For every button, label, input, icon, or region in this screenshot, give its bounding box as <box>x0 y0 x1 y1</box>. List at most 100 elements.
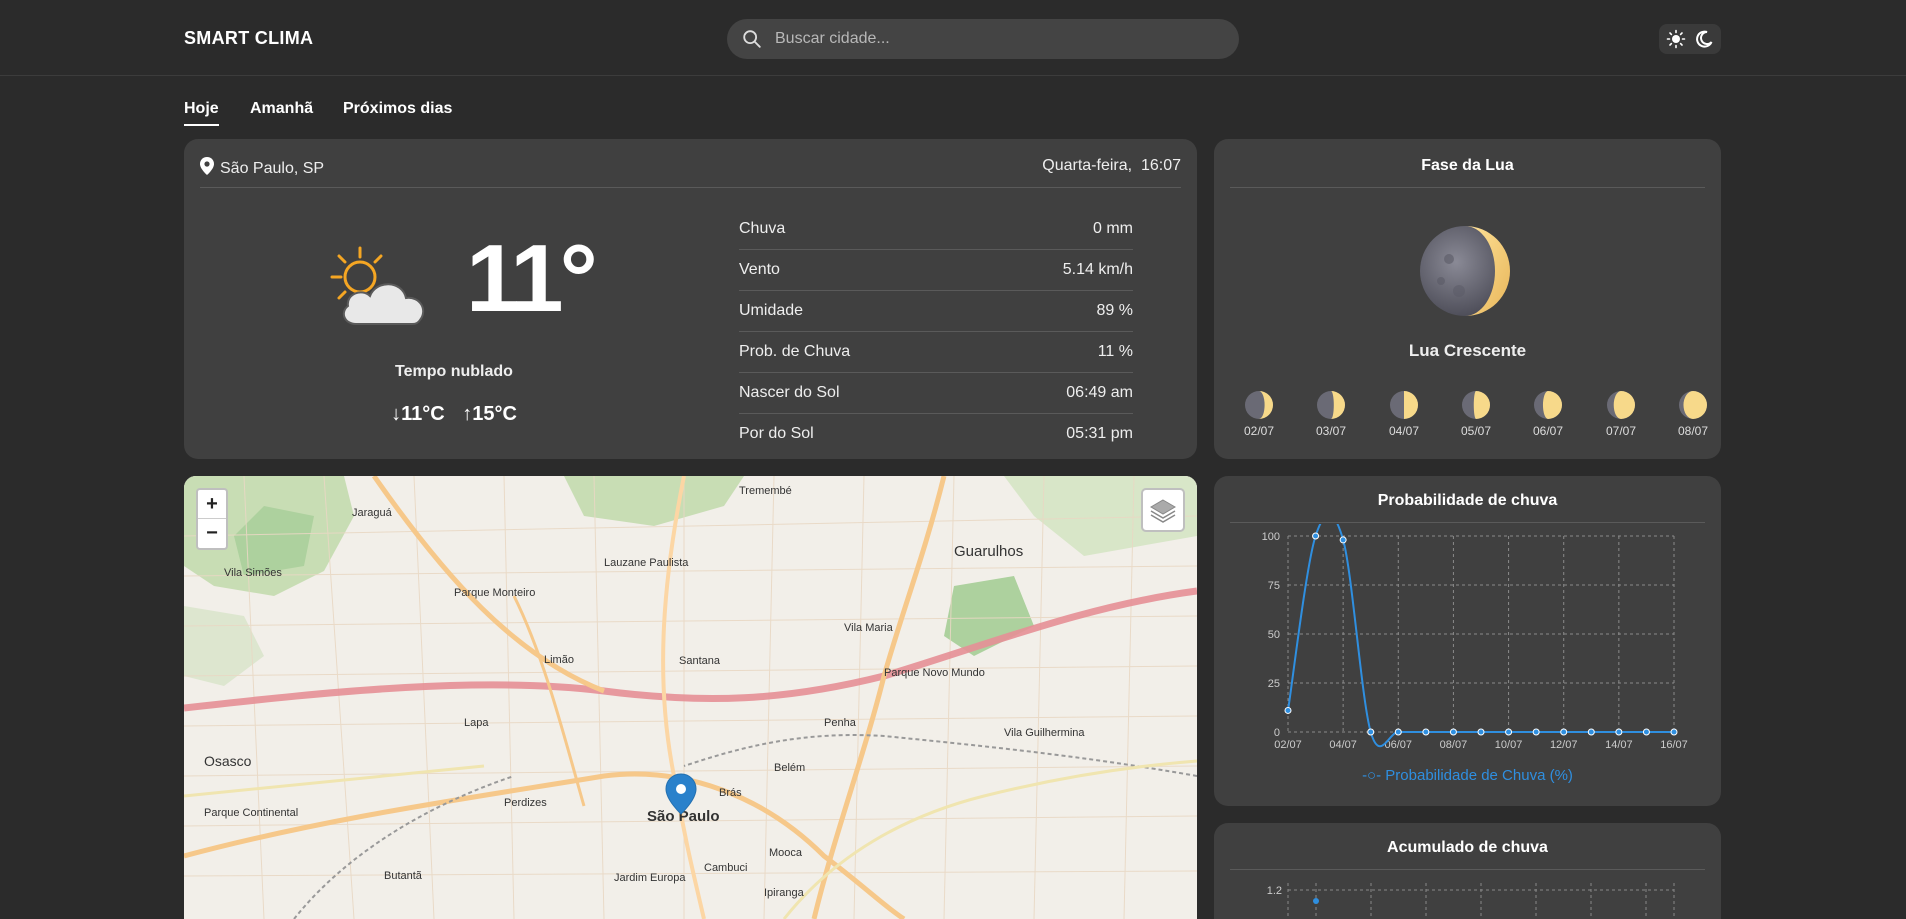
moon-phase-icon <box>1679 391 1707 419</box>
card-divider <box>1230 869 1705 870</box>
svg-text:Guarulhos: Guarulhos <box>954 543 1023 560</box>
x-tick-label: 08/07 <box>1440 739 1468 751</box>
detail-row-prob-chuva: Prob. de Chuva 11 % <box>739 332 1133 373</box>
moon-day-4: 05/07 <box>1451 390 1501 438</box>
tab-proximos-dias[interactable]: Próximos dias <box>343 100 452 124</box>
moon-phase-icon <box>1534 391 1562 419</box>
location-pin-icon <box>200 157 214 175</box>
data-point <box>1477 728 1485 736</box>
x-tick-label: 04/07 <box>1329 739 1357 751</box>
data-point <box>1505 728 1513 736</box>
data-point <box>1422 728 1430 736</box>
min-max-temperature: ↓11°C ↑15°C <box>284 403 624 426</box>
moon-phase-icon <box>1390 391 1418 419</box>
svg-text:Jardim Europa: Jardim Europa <box>614 872 686 884</box>
moon-phase-icon <box>1317 391 1345 419</box>
min-temp: ↓11°C <box>391 403 445 425</box>
svg-text:Parque Continental: Parque Continental <box>204 807 298 819</box>
weekday-label: Quarta-feira, <box>1042 157 1133 174</box>
y-tick-label: 1.2 <box>1267 885 1282 897</box>
series-line <box>1287 524 1674 748</box>
svg-text:Jaraguá: Jaraguá <box>352 507 393 519</box>
svg-text:Penha: Penha <box>824 717 857 729</box>
data-point <box>1587 728 1595 736</box>
moon-card-title: Fase da Lua <box>1421 157 1514 174</box>
tab-amanha[interactable]: Amanhã <box>250 100 313 124</box>
accumulated-rain-card: Acumulado de chuva 1.2 <box>1214 823 1721 919</box>
legend-line-icon: -○- <box>1362 767 1382 784</box>
x-tick-label: 14/07 <box>1605 739 1633 751</box>
x-tick-label: 16/07 <box>1660 739 1688 751</box>
moon-phase-icon <box>1245 391 1273 419</box>
detail-row-chuva: Chuva 0 mm <box>739 209 1133 250</box>
current-temperature: 11° <box>466 225 598 332</box>
moon-day-3: 04/07 <box>1379 390 1429 438</box>
moon-day-date: 07/07 <box>1605 424 1637 438</box>
brand-logo[interactable]: SMART CLIMA <box>184 28 313 49</box>
svg-text:Limão: Limão <box>544 654 574 666</box>
data-point <box>1615 728 1623 736</box>
detail-row-nascer-sol: Nascer do Sol 06:49 am <box>739 373 1133 414</box>
svg-text:Cambuci: Cambuci <box>704 862 747 874</box>
city-map[interactable]: Osasco Guarulhos Santana Mooca Jaraguá P… <box>184 476 1197 919</box>
map-tiles[interactable]: Osasco Guarulhos Santana Mooca Jaraguá P… <box>184 476 1197 919</box>
moon-day-date: 05/07 <box>1460 424 1492 438</box>
moon-day-5: 06/07 <box>1523 390 1573 438</box>
datetime: Quarta-feira, 16:07 <box>1042 157 1181 175</box>
search-bar[interactable] <box>727 19 1239 59</box>
svg-text:Lauzane Paulista: Lauzane Paulista <box>604 557 689 569</box>
data-point <box>1367 728 1375 736</box>
search-icon <box>743 30 761 48</box>
moon-day-1: 02/07 <box>1234 390 1284 438</box>
x-tick-label: 12/07 <box>1550 739 1578 751</box>
data-point <box>1670 728 1678 736</box>
location-label: São Paulo, SP <box>220 160 325 177</box>
y-tick-label: 75 <box>1268 580 1280 592</box>
sun-icon[interactable] <box>1666 29 1686 49</box>
theme-toggle[interactable] <box>1659 24 1721 54</box>
zoom-out-button[interactable]: − <box>198 519 226 548</box>
data-point <box>1312 532 1320 540</box>
svg-text:Santana: Santana <box>679 655 721 667</box>
svg-text:Brás: Brás <box>719 787 742 799</box>
data-point <box>1560 728 1568 736</box>
card-divider <box>1230 187 1705 188</box>
arrow-up-icon: ↑ <box>462 403 473 425</box>
data-point <box>1642 728 1650 736</box>
svg-text:Tremembé: Tremembé <box>739 485 792 497</box>
moon-day-date: 04/07 <box>1388 424 1420 438</box>
time-label: 16:07 <box>1140 157 1181 174</box>
svg-text:Vila Guilhermina: Vila Guilhermina <box>1004 727 1085 739</box>
svg-text:Ipiranga: Ipiranga <box>764 887 805 899</box>
map-layers-button[interactable] <box>1141 488 1185 532</box>
svg-text:Perdizes: Perdizes <box>504 797 547 809</box>
y-tick-label: 0 <box>1274 727 1280 739</box>
moon-phase-icon <box>1462 391 1490 419</box>
y-tick-label: 25 <box>1268 678 1280 690</box>
data-point <box>1449 728 1457 736</box>
moon-icon[interactable] <box>1694 29 1714 49</box>
detail-row-por-sol: Por do Sol 05:31 pm <box>739 425 1133 442</box>
zoom-in-button[interactable]: + <box>198 490 226 519</box>
moon-day-6: 07/07 <box>1596 390 1646 438</box>
moon-day-date: 06/07 <box>1532 424 1564 438</box>
weather-condition: Tempo nublado <box>395 363 513 380</box>
accumulated-rain-title: Acumulado de chuva <box>1387 839 1548 856</box>
moon-phase-icon <box>1607 391 1635 419</box>
rain-probability-card: Probabilidade de chuva 02/07 04/07 06/07 08… <box>1214 476 1721 806</box>
data-point <box>1313 898 1319 904</box>
tab-hoje[interactable]: Hoje <box>184 100 219 126</box>
svg-text:Parque Monteiro: Parque Monteiro <box>454 587 535 599</box>
rain-probability-title: Probabilidade de chuva <box>1377 492 1558 509</box>
search-input[interactable] <box>775 27 1215 51</box>
current-weather-card: São Paulo, SP Quarta-feira, 16:07 11° Te… <box>184 139 1197 459</box>
moon-day-7: 08/07 <box>1668 390 1718 438</box>
moon-day-2: 03/07 <box>1306 390 1356 438</box>
chart-legend[interactable]: -○- Probabilidade de Chuva (%) <box>1214 767 1721 784</box>
svg-text:Vila Simões: Vila Simões <box>224 567 282 579</box>
arrow-down-icon: ↓ <box>391 403 402 425</box>
moon-day-date: 02/07 <box>1243 424 1275 438</box>
moon-day-date: 08/07 <box>1677 424 1709 438</box>
top-bar: SMART CLIMA <box>0 0 1906 76</box>
max-temp: ↑15°C <box>462 403 517 425</box>
